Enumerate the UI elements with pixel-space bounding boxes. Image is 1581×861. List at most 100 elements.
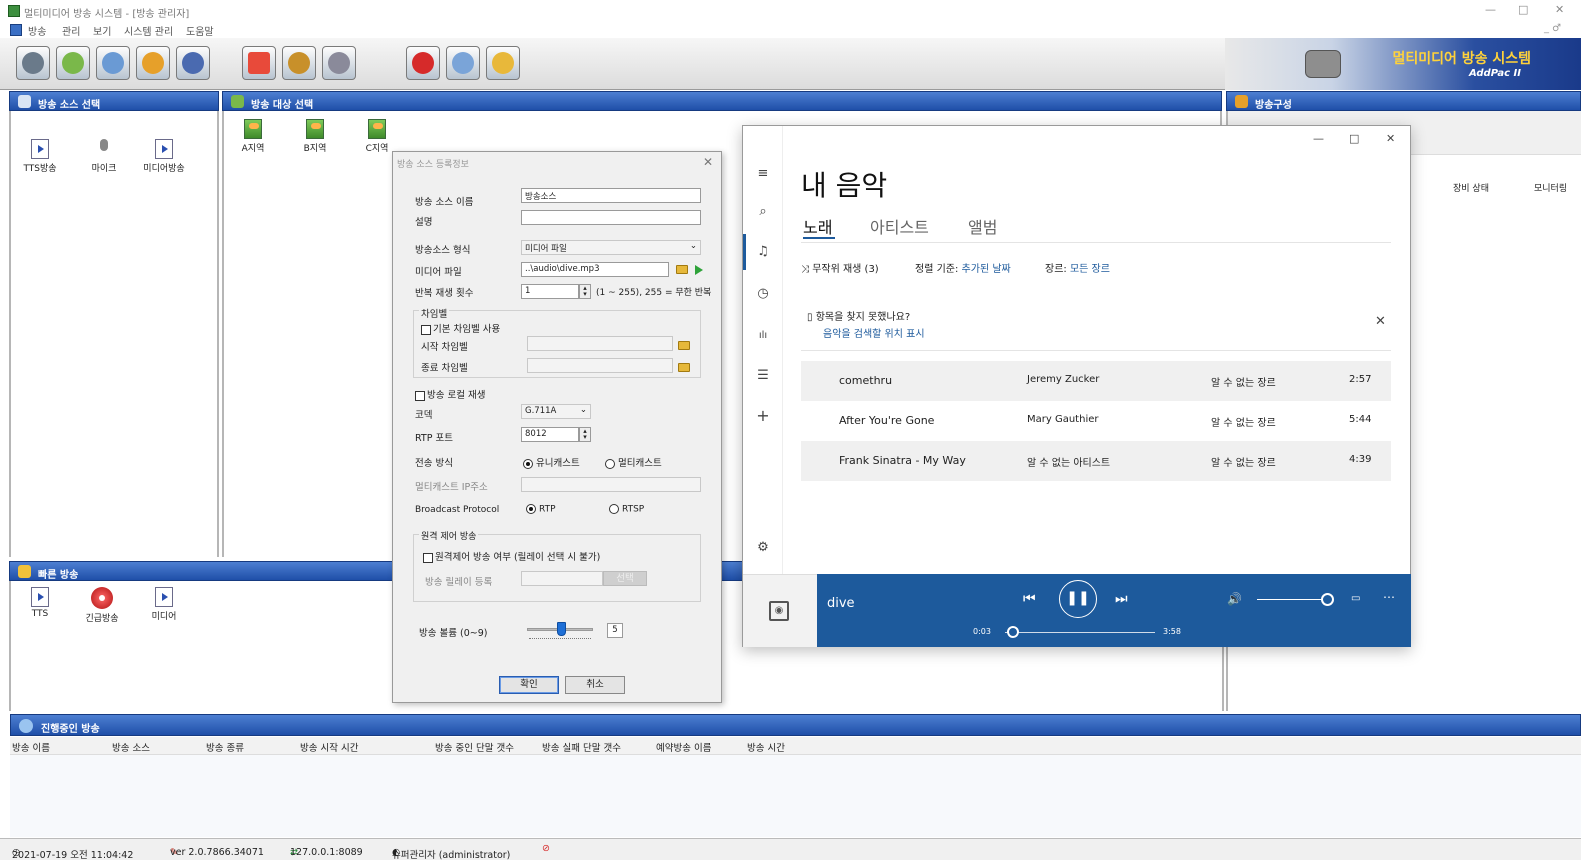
source-tts[interactable]: TTS방송 bbox=[15, 139, 65, 174]
tab-albums[interactable]: 앨범 bbox=[968, 214, 997, 238]
music-close-button[interactable]: ✕ bbox=[1386, 132, 1395, 145]
codec-select[interactable]: G.711A ⌄ bbox=[521, 404, 591, 419]
close-button[interactable]: ✕ bbox=[1555, 3, 1564, 16]
hamburger-icon[interactable]: ≡ bbox=[755, 166, 771, 182]
tx-multicast-radio[interactable]: 멀티캐스트 bbox=[605, 455, 662, 469]
target-b[interactable]: B지역 bbox=[290, 119, 340, 154]
chime-default-checkbox[interactable]: 기본 차임벨 사용 bbox=[421, 321, 500, 335]
cancel-button[interactable]: 취소 bbox=[565, 676, 625, 694]
search-icon[interactable]: ⌕ bbox=[755, 204, 771, 220]
config-button[interactable] bbox=[322, 46, 356, 80]
folder-icon[interactable] bbox=[676, 265, 688, 274]
target-a[interactable]: A지역 bbox=[228, 119, 278, 154]
restore-button[interactable]: □ bbox=[1518, 3, 1528, 16]
music-volume-thumb[interactable] bbox=[1321, 593, 1334, 606]
list-icon[interactable]: ☰ bbox=[755, 368, 771, 384]
rtp-spinner[interactable]: ▴ ▾ bbox=[579, 427, 591, 442]
play-icon[interactable] bbox=[695, 265, 703, 275]
clock-icon[interactable]: ◷ bbox=[755, 286, 771, 302]
tx-unicast-radio[interactable]: 유니캐스트 bbox=[523, 455, 580, 469]
gear-icon[interactable]: ⚙ bbox=[755, 540, 771, 556]
music-volume-track[interactable] bbox=[1257, 599, 1323, 600]
dialog-close-button[interactable]: ✕ bbox=[703, 155, 713, 169]
ok-button[interactable]: 확인 bbox=[499, 676, 559, 694]
relay-select-button[interactable]: 선택 bbox=[603, 571, 647, 586]
previous-icon[interactable]: ⏮ bbox=[1023, 591, 1036, 607]
sort-control[interactable]: 정렬 기준: 추가된 날짜 bbox=[915, 260, 1011, 275]
volume-icon[interactable]: 🔊 bbox=[1227, 592, 1242, 606]
progress-thumb[interactable] bbox=[1006, 626, 1019, 638]
group-settings-button[interactable] bbox=[136, 46, 170, 80]
song-row[interactable]: After You're Gone Mary Gauthier 알 수 없는 장… bbox=[801, 401, 1391, 441]
chime-end-input[interactable] bbox=[527, 358, 673, 373]
rtp-input[interactable]: 8012 bbox=[521, 427, 579, 442]
col-name[interactable]: 방송 이름 bbox=[12, 740, 50, 754]
plus-icon[interactable]: + bbox=[755, 408, 771, 424]
notice-close-icon[interactable]: ✕ bbox=[1375, 314, 1386, 329]
shuffle-button[interactable]: ⤨ 무작위 재생 (3) bbox=[801, 260, 879, 275]
proto-rtp-radio[interactable]: RTP bbox=[526, 504, 556, 515]
source-mic[interactable]: 마이크 bbox=[79, 139, 129, 174]
folder-icon[interactable] bbox=[678, 363, 690, 372]
running-list[interactable] bbox=[10, 755, 1581, 837]
col-source[interactable]: 방송 소스 bbox=[112, 740, 150, 754]
desc-input[interactable] bbox=[521, 210, 701, 225]
quick-tts[interactable]: TTS bbox=[15, 587, 65, 619]
source-settings-button[interactable] bbox=[16, 46, 50, 80]
emergency-button[interactable] bbox=[406, 46, 440, 80]
schedule-button[interactable] bbox=[242, 46, 276, 80]
music-maximize-button[interactable]: □ bbox=[1349, 132, 1359, 145]
more-icon[interactable]: ⋯ bbox=[1383, 590, 1395, 604]
monitor-button[interactable] bbox=[446, 46, 480, 80]
pause-button[interactable]: ❚❚ bbox=[1059, 580, 1097, 618]
minimize-button[interactable]: — bbox=[1485, 3, 1496, 16]
col-reserved[interactable]: 예약방송 이름 bbox=[656, 740, 711, 754]
mdi-controls[interactable]: _ ♂ bbox=[1544, 23, 1561, 34]
repeat-input[interactable]: 1 bbox=[521, 284, 579, 299]
song-row[interactable]: comethru Jeremy Zucker 알 수 없는 장르 2:57 bbox=[801, 361, 1391, 401]
mini-player-icon[interactable]: ▭ bbox=[1351, 593, 1360, 604]
relay-input[interactable] bbox=[521, 571, 603, 586]
album-art-area[interactable]: ◉ bbox=[743, 574, 817, 647]
quick-media[interactable]: 미디어 bbox=[139, 587, 189, 622]
device-settings-button[interactable] bbox=[96, 46, 130, 80]
quick-emergency[interactable]: 긴급방송 bbox=[77, 587, 127, 624]
tab-artists[interactable]: 아티스트 bbox=[870, 214, 929, 238]
tab-songs[interactable]: 노래 bbox=[803, 214, 832, 238]
col-duration[interactable]: 방송 시간 bbox=[747, 740, 785, 754]
menu-view[interactable]: 보기 bbox=[93, 23, 111, 38]
user-settings-button[interactable] bbox=[176, 46, 210, 80]
menu-manage[interactable]: 관리 bbox=[62, 23, 80, 38]
notice-link[interactable]: 음악을 검색할 위치 표시 bbox=[823, 325, 925, 340]
source-media[interactable]: 미디어방송 bbox=[139, 139, 189, 174]
proto-rtsp-radio[interactable]: RTSP bbox=[609, 504, 644, 515]
menu-system[interactable]: 시스템 관리 bbox=[124, 23, 173, 38]
remote-checkbox[interactable]: 원격제어 방송 여부 (릴레이 선택 시 불가) bbox=[423, 549, 600, 563]
col-start[interactable]: 방송 시작 시간 bbox=[300, 740, 358, 754]
log-button[interactable] bbox=[486, 46, 520, 80]
col-type[interactable]: 방송 종류 bbox=[206, 740, 244, 754]
chart-icon[interactable]: ılı bbox=[755, 328, 771, 344]
users-button[interactable] bbox=[282, 46, 316, 80]
col-ok-count[interactable]: 방송 중인 단말 갯수 bbox=[435, 740, 514, 754]
alert-icon[interactable]: ⊘ bbox=[542, 843, 550, 854]
genre-control[interactable]: 장르: 모든 장르 bbox=[1045, 260, 1110, 275]
next-icon[interactable]: ⏭ bbox=[1115, 591, 1128, 607]
progress-track[interactable] bbox=[1005, 632, 1155, 633]
song-row[interactable]: Frank Sinatra - My Way 알 수 없는 아티스트 알 수 없… bbox=[801, 441, 1391, 481]
music-minimize-button[interactable]: — bbox=[1313, 132, 1324, 145]
music-note-icon[interactable]: ♫ bbox=[755, 244, 771, 260]
local-play-checkbox[interactable]: 방송 로컬 재생 bbox=[415, 387, 485, 401]
col-fail-count[interactable]: 방송 실패 단말 갯수 bbox=[542, 740, 621, 754]
folder-icon[interactable] bbox=[678, 341, 690, 350]
volume-slider-thumb[interactable] bbox=[557, 622, 567, 636]
repeat-spinner[interactable]: ▴ ▾ bbox=[579, 284, 591, 299]
target-settings-button[interactable] bbox=[56, 46, 90, 80]
chime-start-input[interactable] bbox=[527, 336, 673, 351]
type-select[interactable]: 미디어 파일 ⌄ bbox=[521, 240, 701, 255]
menu-help[interactable]: 도움말 bbox=[186, 23, 214, 38]
menu-broadcast[interactable]: 방송 bbox=[28, 23, 46, 38]
file-input[interactable]: ..\audio\dive.mp3 bbox=[521, 262, 669, 277]
mcast-input[interactable] bbox=[521, 477, 701, 492]
name-input[interactable]: 방송소스 bbox=[521, 188, 701, 203]
